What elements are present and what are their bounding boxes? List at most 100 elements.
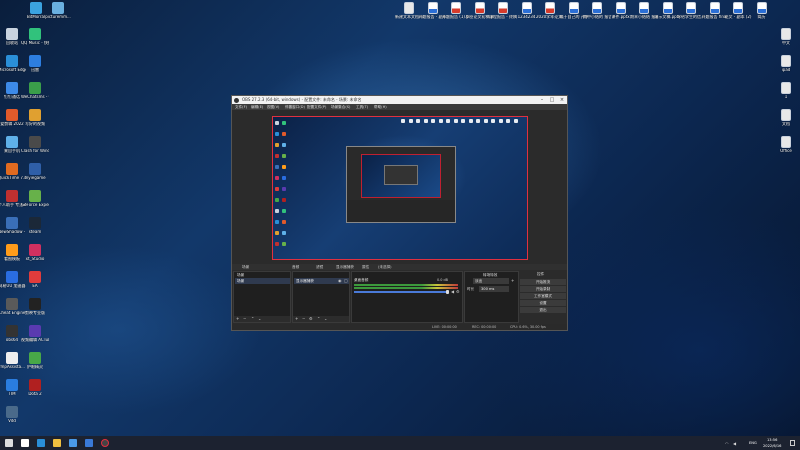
- desktop-icon-glyph: [29, 244, 41, 256]
- dock-header-filters[interactable]: 滤镜: [316, 265, 323, 270]
- edge-icon[interactable]: [37, 439, 45, 447]
- scene-list-item[interactable]: 场景: [235, 278, 290, 284]
- volume-slider[interactable]: [354, 291, 448, 293]
- desktop-icon-glyph: [29, 136, 41, 148]
- speaker-icon[interactable]: ◀: [451, 289, 454, 294]
- obs-icon[interactable]: [101, 439, 109, 447]
- desktop-icon[interactable]: Clash for Windows: [21, 136, 49, 154]
- add-transition-icon[interactable]: +: [511, 278, 514, 283]
- transition-select[interactable]: 淡出: [473, 278, 509, 284]
- desktop-icon[interactable]: WeChatsms - 快捷方式: [21, 82, 49, 100]
- desktop-icon[interactable]: 写好的视频: [21, 109, 49, 127]
- desktop-icon[interactable]: 1: [772, 82, 800, 100]
- duration-input[interactable]: 300 ms: [479, 286, 509, 292]
- desktop-icon[interactable]: ipad: [772, 55, 800, 73]
- dock-header-scenes[interactable]: 场景: [242, 265, 249, 270]
- studio-mode-button[interactable]: 工作室模式: [520, 293, 566, 299]
- desktop-icon[interactable]: QQ Music - 快捷方式: [21, 28, 49, 46]
- start-streaming-button[interactable]: 开始推流: [520, 279, 566, 285]
- desktop-icon[interactable]: EA: [21, 271, 49, 289]
- volume-slider-handle[interactable]: [446, 289, 449, 294]
- input-language[interactable]: ENG: [749, 441, 757, 445]
- windows-start-icon[interactable]: [5, 439, 13, 447]
- menu-help[interactable]: 帮助(H): [374, 105, 387, 110]
- obs-window[interactable]: OBS 27.2.3 (64-bit, windows) - 配置文件: 未命名…: [231, 95, 568, 331]
- mail-icon[interactable]: [85, 439, 93, 447]
- maximize-icon[interactable]: □: [547, 96, 557, 104]
- desktop-icon[interactable]: steam: [21, 217, 49, 235]
- obs-logo-icon: [234, 97, 239, 103]
- preview-mini-file: [476, 119, 480, 123]
- desktop-icon[interactable]: Dota 2: [21, 379, 49, 397]
- desktop-icon[interactable]: GeForce Experience: [21, 190, 49, 208]
- move-up-icon[interactable]: ⌃: [251, 316, 254, 321]
- add-source-icon[interactable]: +: [295, 316, 298, 321]
- desktop-icon[interactable]: 迅雷: [21, 55, 49, 73]
- remove-source-icon[interactable]: −: [302, 316, 305, 321]
- store-icon[interactable]: [69, 439, 77, 447]
- settings-button[interactable]: 设置: [520, 300, 566, 306]
- menu-file[interactable]: 文件(F): [235, 105, 247, 110]
- move-down-icon[interactable]: ⌄: [258, 316, 261, 321]
- exit-button[interactable]: 退出: [520, 307, 566, 313]
- preview-mini-file: [498, 119, 503, 123]
- desktop-icon[interactable]: 文档: [772, 109, 800, 127]
- desktop-icon[interactable]: picturemm...: [44, 2, 72, 20]
- desktop-icon[interactable]: 简历: [748, 2, 776, 20]
- desktop-icon-glyph: [6, 352, 18, 364]
- desktop-icon-label: xt_Studio: [25, 257, 45, 261]
- preview-mini-icon: [275, 165, 279, 169]
- notification-icon[interactable]: [790, 440, 795, 446]
- close-icon[interactable]: ×: [557, 96, 567, 104]
- desktop-icon[interactable]: myiegame: [21, 163, 49, 181]
- desktop-icon[interactable]: 视频编辑 ACTube: [21, 325, 49, 343]
- volume-icon[interactable]: ◀: [733, 441, 736, 446]
- dock-header-properties[interactable]: 属性: [362, 265, 369, 270]
- preview-mini-icon: [275, 176, 279, 180]
- menu-profile[interactable]: 配置文件(P): [307, 105, 326, 110]
- source-list-item[interactable]: 显示器捕获 ◉ ▢: [294, 278, 349, 284]
- scenes-toolbar: + − ⌃ ⌄: [234, 316, 290, 322]
- add-scene-icon[interactable]: +: [236, 316, 239, 321]
- desktop-icon-glyph: [592, 2, 602, 14]
- dock-header-audio[interactable]: 音频: [292, 265, 299, 270]
- clock-time[interactable]: 13:56: [767, 438, 777, 442]
- desktop-icon-label: QQ Music - 快捷方式: [21, 41, 49, 45]
- desktop-icon[interactable]: 剪映专业版: [21, 298, 49, 316]
- clock-date[interactable]: 2022/6/16: [763, 444, 781, 448]
- obs-title-bar[interactable]: OBS 27.2.3 (64-bit, windows) - 配置文件: 未命名…: [232, 96, 567, 104]
- move-down-icon[interactable]: ⌄: [324, 316, 327, 321]
- menu-view[interactable]: 视图(V): [267, 105, 279, 110]
- mixer-gear-icon[interactable]: ⚙: [456, 289, 460, 294]
- lock-icon[interactable]: ▢: [344, 278, 348, 283]
- source-item-label: 显示器捕获: [296, 278, 314, 283]
- eye-icon[interactable]: ◉: [338, 278, 342, 283]
- preview-mini-file: [483, 119, 488, 123]
- minimize-icon[interactable]: –: [537, 96, 547, 104]
- desktop-icon-glyph: [6, 217, 18, 229]
- gear-icon[interactable]: ⚙: [309, 316, 313, 321]
- desktop-icon[interactable]: Office: [772, 136, 800, 154]
- desktop-icon[interactable]: 护眼精灵: [21, 352, 49, 370]
- desktop-icon[interactable]: xt_Studio: [21, 244, 49, 262]
- obs-preview-area[interactable]: [232, 110, 567, 264]
- menu-tools[interactable]: 工具(T): [356, 105, 368, 110]
- move-up-icon[interactable]: ⌃: [317, 316, 320, 321]
- start-recording-button[interactable]: 开始录制: [520, 286, 566, 292]
- dock-header-source[interactable]: 显示器捕获: [336, 265, 354, 270]
- obs-preview-canvas[interactable]: [272, 116, 528, 260]
- desktop-icon-glyph: [662, 2, 673, 14]
- preview-mini-file: [513, 119, 518, 123]
- desktop-icon-glyph: [52, 2, 64, 14]
- wifi-icon[interactable]: ◠: [725, 441, 729, 446]
- preview-mini-file: [446, 119, 450, 123]
- remove-scene-icon[interactable]: −: [243, 316, 246, 321]
- desktop-icon[interactable]: 中文: [772, 28, 800, 46]
- menu-edit[interactable]: 编辑(E): [251, 105, 263, 110]
- menu-scene-collection[interactable]: 场景集合(S): [331, 105, 350, 110]
- explorer-icon[interactable]: [53, 439, 61, 447]
- menu-docks[interactable]: 停靠窗口(D): [285, 105, 305, 110]
- search-icon[interactable]: [21, 439, 29, 447]
- preview-mini-icon: [282, 242, 286, 246]
- desktop-icon[interactable]: Vdd: [0, 406, 26, 424]
